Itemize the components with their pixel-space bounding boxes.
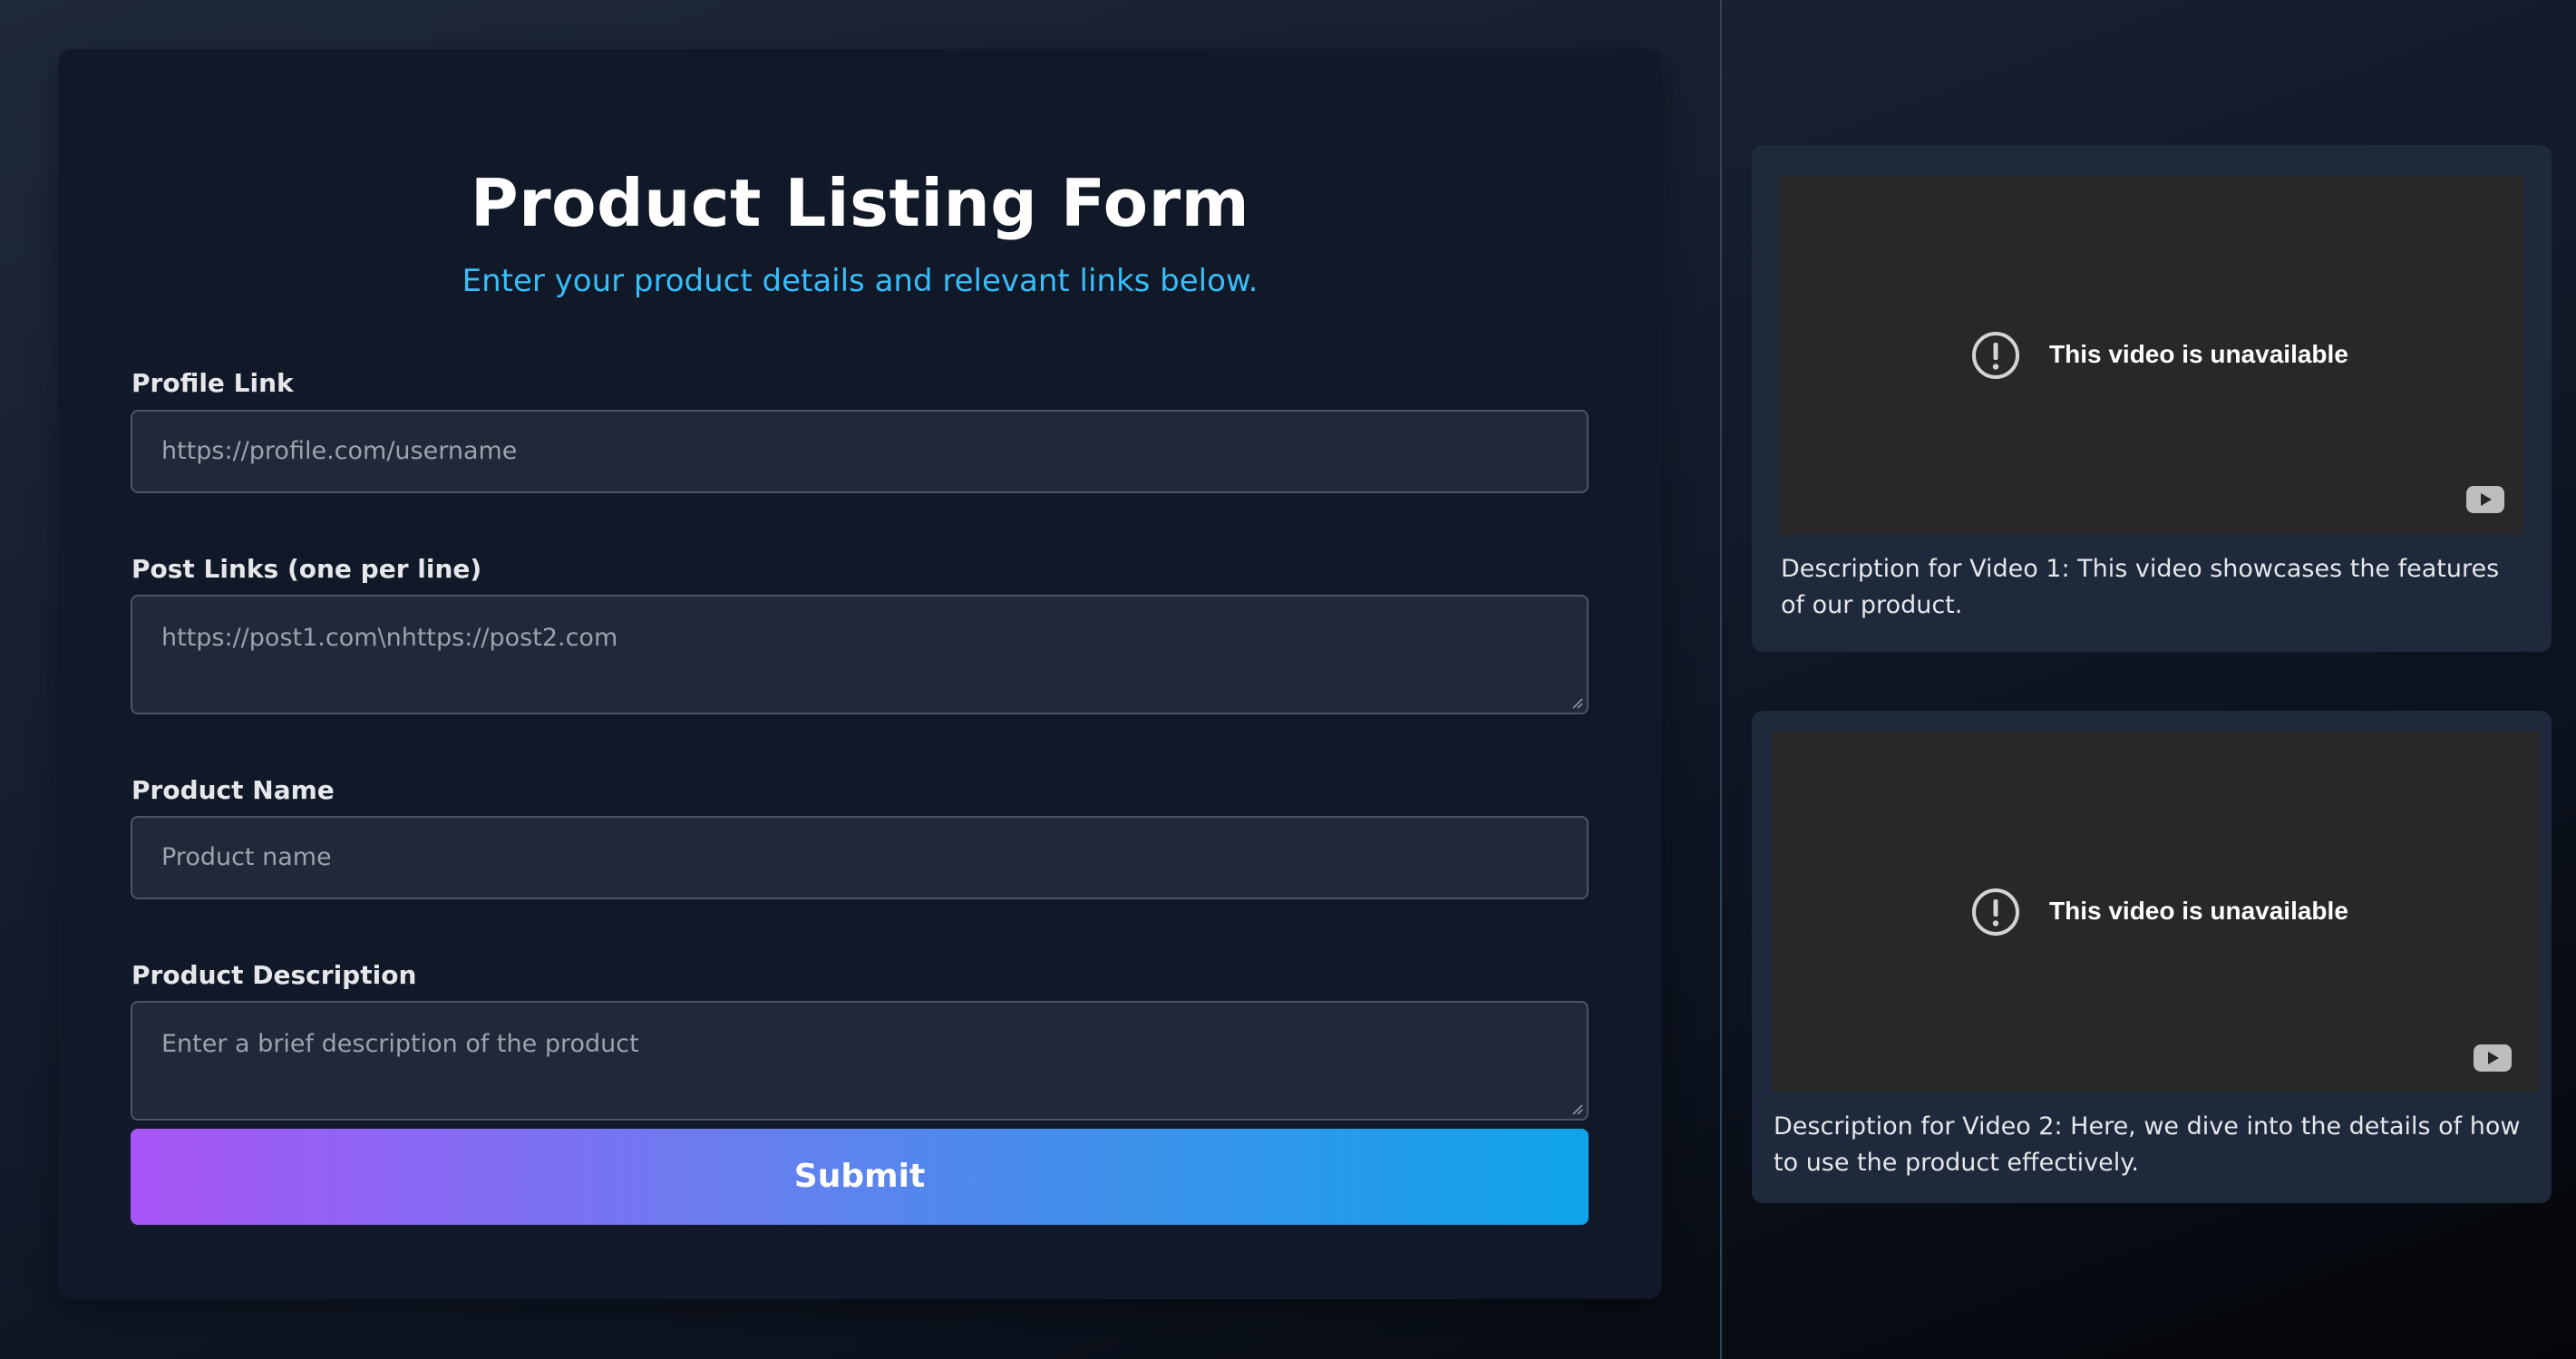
video-unavailable-text: This video is unavailable bbox=[2049, 897, 2348, 925]
profile-link-placeholder: https://profile.com/username bbox=[161, 437, 518, 465]
product-name-input[interactable]: Product name bbox=[131, 816, 1589, 899]
resize-handle-icon[interactable] bbox=[1570, 696, 1583, 709]
video-unavailable-message: This video is unavailable bbox=[1772, 731, 2539, 1092]
alert-circle-icon bbox=[1972, 888, 2019, 936]
video-unavailable-message: This video is unavailable bbox=[1779, 176, 2524, 535]
product-listing-form: Product Listing Form Enter your product … bbox=[58, 49, 1662, 1299]
alert-circle-icon bbox=[1972, 332, 2019, 379]
product-description-placeholder: Enter a brief description of the product bbox=[161, 1030, 639, 1058]
video-card-1: This video is unavailable Description fo… bbox=[1752, 145, 2552, 652]
product-name-label: Product Name bbox=[131, 775, 335, 805]
submit-button[interactable]: Submit bbox=[131, 1129, 1589, 1225]
profile-link-input[interactable]: https://profile.com/username bbox=[131, 410, 1589, 493]
vertical-divider bbox=[1720, 0, 1722, 1359]
video-description-1: Description for Video 1: This video show… bbox=[1781, 555, 2500, 619]
form-subtitle: Enter your product details and relevant … bbox=[462, 263, 1259, 299]
post-links-label: Post Links (one per line) bbox=[131, 554, 482, 584]
product-description-label: Product Description bbox=[131, 960, 417, 990]
youtube-logo-icon[interactable] bbox=[2466, 486, 2504, 513]
product-description-textarea[interactable]: Enter a brief description of the product bbox=[131, 1001, 1589, 1121]
resize-handle-icon[interactable] bbox=[1570, 1102, 1583, 1115]
video-card-2: This video is unavailable Description fo… bbox=[1752, 711, 2552, 1203]
post-links-placeholder: https://post1.com\nhttps://post2.com bbox=[161, 624, 618, 652]
product-name-placeholder: Product name bbox=[161, 843, 332, 871]
youtube-logo-icon[interactable] bbox=[2474, 1044, 2512, 1072]
video-player-2[interactable]: This video is unavailable bbox=[1772, 731, 2539, 1092]
profile-link-label: Profile Link bbox=[131, 368, 294, 398]
form-title: Product Listing Form bbox=[470, 165, 1250, 241]
video-description-2: Description for Video 2: Here, we dive i… bbox=[1774, 1112, 2521, 1177]
post-links-textarea[interactable]: https://post1.com\nhttps://post2.com bbox=[131, 595, 1589, 714]
video-unavailable-text: This video is unavailable bbox=[2049, 340, 2348, 368]
video-player-1[interactable]: This video is unavailable bbox=[1779, 176, 2524, 535]
